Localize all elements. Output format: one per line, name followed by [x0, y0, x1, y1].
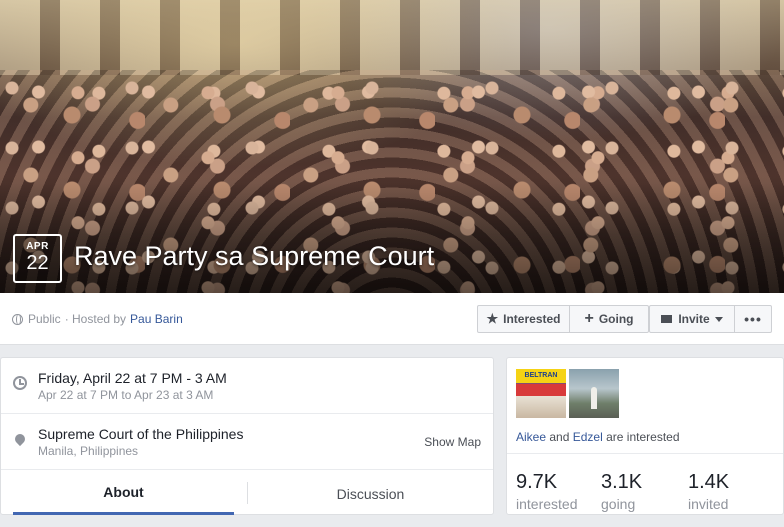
tab-about[interactable]: About	[13, 472, 234, 515]
location-pin-icon	[12, 431, 28, 447]
friend-avatar-aikee[interactable]: BELTRAN	[516, 369, 566, 418]
event-location: Supreme Court of the Philippines	[38, 426, 244, 442]
friend-link-aikee[interactable]: Aikee	[516, 430, 546, 444]
stat-interested[interactable]: 9.7K interested	[516, 471, 577, 512]
event-title: Rave Party sa Supreme Court	[74, 241, 435, 271]
stat-invited-label: invited	[688, 496, 729, 512]
event-time-row: Friday, April 22 at 7 PM - 3 AM Apr 22 a…	[1, 358, 493, 414]
avatar-figure	[591, 387, 597, 409]
event-details-card: Friday, April 22 at 7 PM - 3 AM Apr 22 a…	[0, 357, 494, 515]
invite-button-label: Invite	[678, 312, 710, 326]
interested-button[interactable]: ★ Interested	[477, 305, 570, 333]
avatar-banner-text: BELTRAN	[516, 369, 566, 383]
envelope-icon	[661, 315, 673, 323]
globe-icon	[12, 313, 23, 325]
event-location-row: Supreme Court of the Philippines Manila,…	[1, 414, 493, 470]
stat-invited-value: 1.4K	[688, 471, 730, 493]
show-map-link[interactable]: Show Map	[424, 435, 481, 449]
invite-button[interactable]: Invite	[649, 305, 735, 333]
chevron-down-icon	[714, 316, 723, 322]
stat-invited[interactable]: 1.4K invited	[688, 471, 729, 512]
host-link[interactable]: Pau Barin	[130, 312, 183, 326]
cover-photo: APR 22 Rave Party sa Supreme Court	[0, 0, 784, 293]
interested-suffix: are interested	[606, 430, 680, 444]
and-text: and	[549, 430, 570, 444]
clock-icon	[13, 376, 27, 390]
friends-interested-line: Aikee and Edzel are interested	[516, 430, 680, 444]
stats-divider	[507, 453, 783, 454]
event-tabs: About Discussion	[1, 472, 493, 515]
cover-building	[0, 0, 784, 75]
event-header-bar: Public · Hosted by Pau Barin ★ Intereste…	[0, 293, 784, 345]
privacy-label: Public	[28, 312, 61, 326]
stat-going-value: 3.1K	[601, 471, 643, 493]
event-meta: Public · Hosted by Pau Barin	[12, 312, 183, 326]
friend-link-edzel[interactable]: Edzel	[573, 430, 603, 444]
event-day: 22	[26, 252, 49, 274]
guest-summary-card: BELTRAN Aikee and Edzel are interested 9…	[506, 357, 784, 515]
hosted-by-prefix: · Hosted by	[64, 312, 127, 326]
stat-going-label: going	[601, 496, 636, 512]
going-button[interactable]: + Going	[569, 305, 649, 333]
more-button[interactable]: •••	[734, 305, 772, 333]
tab-discussion[interactable]: Discussion	[248, 472, 493, 515]
event-location-city: Manila, Philippines	[38, 444, 139, 458]
stat-interested-value: 9.7K	[516, 471, 558, 493]
event-month: APR	[26, 241, 49, 252]
plus-icon: +	[584, 310, 594, 327]
event-time: Friday, April 22 at 7 PM - 3 AM	[38, 370, 227, 386]
stat-interested-label: interested	[516, 496, 578, 512]
going-button-label: Going	[598, 312, 634, 326]
friend-avatar-edzel[interactable]	[569, 369, 619, 418]
event-time-range: Apr 22 at 7 PM to Apr 23 at 3 AM	[38, 388, 214, 402]
event-date-badge: APR 22	[13, 234, 62, 283]
cover-shade	[0, 183, 784, 293]
star-icon: ★	[486, 311, 499, 326]
stat-going[interactable]: 3.1K going	[601, 471, 642, 512]
interested-button-label: Interested	[503, 312, 561, 326]
